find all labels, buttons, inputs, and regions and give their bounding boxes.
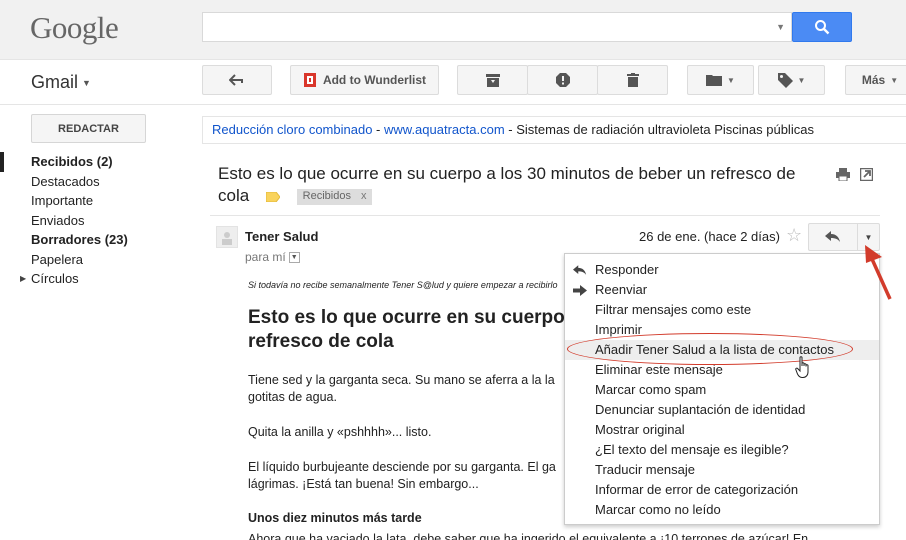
sidebar-item-drafts[interactable]: Borradores (23)	[0, 230, 190, 250]
labels-button[interactable]: ▼	[758, 65, 825, 95]
importance-marker-icon[interactable]	[265, 186, 281, 208]
message-date: 26 de ene. (hace 2 días)	[639, 229, 780, 244]
message-subject-line: Esto es lo que ocurre en su cuerpo a los…	[218, 163, 818, 208]
paragraph: Quita la anilla y «pshhhh»... listo.	[248, 425, 432, 439]
search-button[interactable]	[792, 12, 852, 42]
ad-description: Sistemas de radiación ultravioleta Pisci…	[516, 122, 814, 137]
google-logo[interactable]: Google	[30, 10, 119, 46]
star-icon[interactable]: ☆	[786, 225, 802, 246]
archive-icon	[485, 73, 500, 87]
menu-item-mark-unread[interactable]: Marcar como no leído	[565, 500, 879, 520]
tag-icon	[777, 72, 793, 88]
show-details-chevron-icon[interactable]: ▼	[288, 252, 300, 264]
label-chip-text: Recibidos	[302, 189, 351, 202]
gmail-label: Gmail	[31, 72, 79, 92]
menu-item-report-category[interactable]: Informar de error de categorización	[565, 480, 879, 500]
ad-separator: -	[372, 122, 384, 137]
chevron-down-icon: ▼	[864, 232, 873, 242]
wunderlist-label: Add to Wunderlist	[322, 73, 427, 87]
recipient-line: para mí ▼	[245, 250, 300, 264]
sender-name[interactable]: Tener Salud	[245, 229, 318, 244]
new-window-icon[interactable]	[859, 167, 874, 184]
chevron-down-icon: ▼	[727, 75, 735, 85]
paragraph: Ahora que ha vaciado la lata, debe saber…	[248, 532, 809, 540]
sidebar-item-important[interactable]: Importante	[0, 191, 190, 211]
annotation-arrow-icon	[865, 245, 892, 300]
menu-item-label: Responder	[595, 262, 659, 277]
search-options-chevron-icon[interactable]: ▼	[776, 22, 785, 32]
back-arrow-icon	[229, 74, 243, 86]
chevron-down-icon: ▼	[797, 75, 806, 85]
intro-text: Si todavía no recibe semanalmente Tener …	[248, 280, 558, 290]
compose-button[interactable]: REDACTAR	[31, 114, 146, 143]
hand-cursor-icon	[795, 356, 809, 378]
ad-url-link[interactable]: www.aquatracta.com	[384, 122, 505, 137]
wunderlist-icon	[303, 73, 316, 87]
sidebar-item-starred[interactable]: Destacados	[0, 172, 190, 192]
sidebar-item-circles[interactable]: ▶ Círculos	[0, 269, 190, 289]
section-heading: Unos diez minutos más tarde	[248, 511, 422, 525]
message-options-menu: Responder Reenviar Filtrar mensajes como…	[564, 253, 880, 525]
menu-item-spam[interactable]: Marcar como spam	[565, 380, 879, 400]
more-actions-button[interactable]: Más ▼	[845, 65, 906, 95]
menu-item-delete[interactable]: Eliminar este mensaje	[565, 360, 879, 380]
chevron-down-icon: ▼	[890, 75, 899, 85]
menu-item-translate[interactable]: Traducir mensaje	[565, 460, 879, 480]
top-header: Google ▼	[0, 0, 906, 60]
back-to-inbox-button[interactable]	[202, 65, 272, 95]
sidebar-item-inbox[interactable]: Recibidos (2)	[0, 152, 190, 172]
menu-item-show-original[interactable]: Mostrar original	[565, 420, 879, 440]
spam-alert-icon	[555, 73, 570, 87]
divider	[210, 215, 880, 216]
article-heading: Esto es lo que ocurre en su cuerpo refre…	[248, 307, 565, 352]
paragraph: Tiene sed y la garganta seca. Su mano se…	[248, 373, 555, 404]
reply-icon	[573, 265, 587, 275]
sidebar-item-sent[interactable]: Enviados	[0, 211, 190, 231]
menu-item-filter[interactable]: Filtrar mensajes como este	[565, 300, 879, 320]
sidebar-nav: Recibidos (2) Destacados Importante Envi…	[0, 152, 190, 289]
ad-banner: Reducción cloro combinado - www.aquatrac…	[202, 116, 906, 144]
folder-icon	[706, 75, 723, 86]
sidebar-item-trash[interactable]: Papelera	[0, 250, 190, 270]
recipient-text: para mí	[245, 250, 286, 264]
inbox-label-chip: Recibidos x	[296, 188, 373, 205]
sidebar-item-label: Círculos	[31, 271, 79, 286]
reply-icon	[825, 231, 840, 242]
ad-link[interactable]: Reducción cloro combinado	[212, 122, 372, 137]
ad-separator: -	[504, 122, 517, 137]
menu-item-forward[interactable]: Reenviar	[565, 280, 879, 300]
menu-item-phishing[interactable]: Denunciar suplantación de identidad	[565, 400, 879, 420]
person-icon	[222, 232, 232, 245]
message-body: Si todavía no recibe semanalmente Tener …	[248, 280, 568, 525]
menu-item-reply[interactable]: Responder	[565, 260, 879, 280]
chevron-down-icon: ▼	[82, 78, 91, 89]
paragraph: El líquido burbujeante desciende por su …	[248, 460, 556, 491]
gmail-menu[interactable]: Gmail ▼	[31, 72, 91, 93]
menu-item-unreadable[interactable]: ¿El texto del mensaje es ilegible?	[565, 440, 879, 460]
sender-avatar[interactable]	[216, 226, 238, 248]
search-input[interactable]: ▼	[202, 12, 792, 42]
expand-arrow-icon[interactable]: ▶	[20, 269, 26, 289]
archive-button[interactable]	[457, 65, 528, 95]
move-to-button[interactable]: ▼	[687, 65, 754, 95]
more-label: Más	[861, 73, 886, 87]
print-all-icon[interactable]	[836, 168, 850, 184]
report-spam-button[interactable]	[527, 65, 598, 95]
add-to-wunderlist-button[interactable]: Add to Wunderlist	[290, 65, 439, 95]
trash-icon	[626, 73, 639, 87]
remove-label-button[interactable]: x	[361, 190, 367, 202]
menu-item-label: Reenviar	[595, 282, 648, 297]
reply-button[interactable]	[808, 223, 858, 251]
menu-item-add-contact[interactable]: Añadir Tener Salud a la lista de contact…	[565, 340, 879, 360]
search-icon	[815, 20, 830, 35]
menu-item-print[interactable]: Imprimir	[565, 320, 879, 340]
delete-button[interactable]	[597, 65, 668, 95]
forward-icon	[573, 285, 587, 296]
toolbar-row: Gmail ▼ Add to Wunderlist ▼ ▼ Más ▼	[0, 60, 906, 105]
